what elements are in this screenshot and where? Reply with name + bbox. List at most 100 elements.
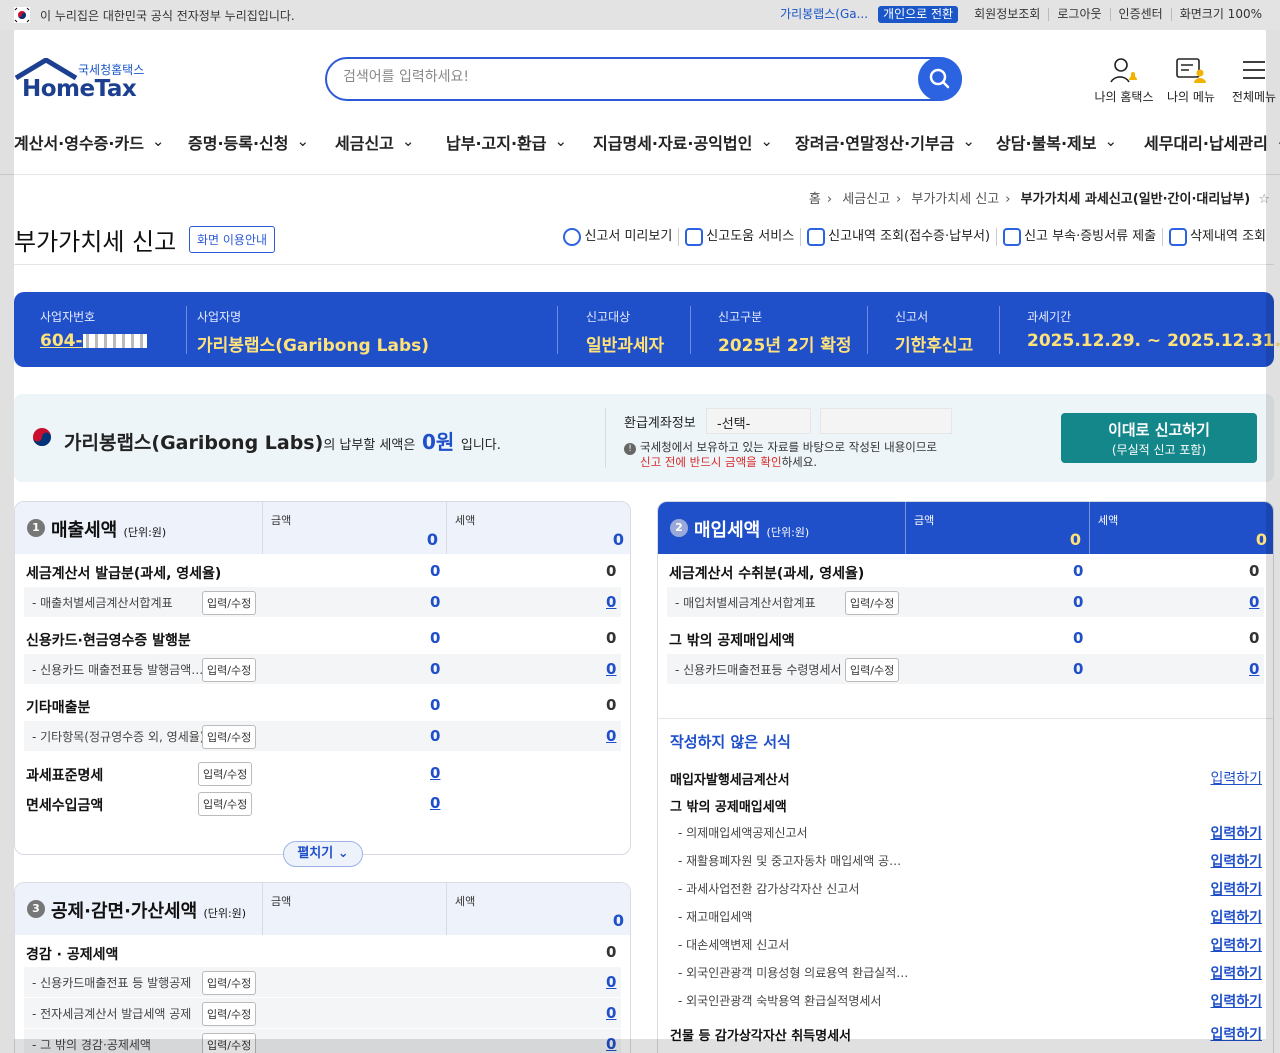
notice-text: ! 국세청에서 보유하고 있는 자료를 바탕으로 작성된 내용이므로 신고 전에 … xyxy=(624,440,937,470)
screen-guide-button[interactable]: 화면 이용안내 xyxy=(189,226,276,253)
hometax-logo[interactable]: 국세청홈택스 HomeTax xyxy=(14,58,154,102)
input-link[interactable]: 입력하기 xyxy=(1210,935,1262,955)
period-value: 2025.12.29. ~ 2025.12.31. xyxy=(1027,331,1280,351)
refund-account-label: 환급계좌정보 xyxy=(624,416,696,431)
member-info-link[interactable]: 회원정보조회 xyxy=(966,8,1048,21)
unwritten-form-row: 그 밖의 공제매입세액 xyxy=(670,800,787,815)
my-hometax-label: 나의 홈택스 xyxy=(1094,90,1154,104)
input-link[interactable]: 입력하기 xyxy=(1210,768,1262,788)
nav-agent[interactable]: 세무대리·납세관리 xyxy=(1144,130,1280,154)
edit-button[interactable]: 입력/수정 xyxy=(845,658,900,682)
nav-incentives[interactable]: 장려금·연말정산·기부금 xyxy=(795,130,975,154)
edit-button[interactable]: 입력/수정 xyxy=(202,725,257,749)
purchase-amount-total: 0 xyxy=(1069,530,1081,549)
edit-button[interactable]: 입력/수정 xyxy=(845,591,900,615)
user-name-link[interactable]: 가리봉랩스(Ga... xyxy=(772,8,876,21)
input-link[interactable]: 입력하기 xyxy=(1210,823,1262,843)
my-menu-button[interactable]: 나의 메뉴 xyxy=(1166,56,1216,105)
nav-tax-filing[interactable]: 세금신고 xyxy=(335,130,414,154)
unwritten-form-row: 매입자발행세금계산서 입력하기 xyxy=(670,765,1262,791)
monitor-icon xyxy=(685,228,704,246)
tax-col-label: 세액 xyxy=(1098,514,1119,527)
nav-statements[interactable]: 지급명세·자료·공익법인 xyxy=(593,130,773,154)
submit-filing-button[interactable]: 이대로 신고하기 (무실적 신고 포함) xyxy=(1061,413,1257,463)
logout-link[interactable]: 로그아웃 xyxy=(1048,8,1109,21)
notice-line1: 국세청에서 보유하고 있는 자료를 바탕으로 작성된 내용이므로 xyxy=(640,440,938,454)
edit-button[interactable]: 입력/수정 xyxy=(202,658,257,682)
sales-row: 과세표준명세 입력/수정 0 xyxy=(26,762,441,786)
breadcrumb-home[interactable]: 홈 xyxy=(809,192,821,207)
attachments-label: 신고 부속·증빙서류 제출 xyxy=(1024,229,1157,244)
input-link[interactable]: 입력하기 xyxy=(1210,879,1262,899)
attachments-button[interactable]: 신고 부속·증빙서류 제출 xyxy=(996,228,1162,246)
bizno-label: 사업자번호 xyxy=(40,310,96,324)
input-link[interactable]: 입력하기 xyxy=(1210,991,1262,1011)
deleted-history-label: 삭제내역 조회 xyxy=(1190,229,1266,244)
breadcrumb-current: 부가가치세 과세신고(일반·간이·대리납부) xyxy=(1020,192,1251,207)
nav-certificates[interactable]: 증명·등록·신청 xyxy=(188,130,309,154)
amount-col-label: 금액 xyxy=(914,514,935,527)
form-value: 기한후신고 xyxy=(895,336,974,356)
edit-button[interactable]: 입력/수정 xyxy=(202,1002,257,1026)
notice-warning: 신고 전에 반드시 금액을 확인 xyxy=(640,455,782,469)
breadcrumb-vat[interactable]: 부가가치세 신고 xyxy=(911,192,999,207)
menu-user-icon xyxy=(1176,58,1206,83)
help-service-button[interactable]: 신고도움 서비스 xyxy=(678,228,800,246)
left-edge-shade xyxy=(0,30,14,1053)
bottom-edge-shade xyxy=(14,1039,1266,1053)
unwritten-form-row: - 과세사업전환 감가상각자산 신고서 입력하기 xyxy=(670,876,1262,902)
sales-row: 면세수입금액 입력/수정 0 xyxy=(26,792,441,816)
summary-bizname: 가리봉랩스(Garibong Labs) xyxy=(64,432,324,454)
edit-button[interactable]: 입력/수정 xyxy=(202,971,257,995)
target-value: 일반과세자 xyxy=(586,336,665,356)
my-hometax-button[interactable]: 나의 홈택스 xyxy=(1094,56,1154,105)
taegeuk-icon xyxy=(33,428,51,446)
nav-receipts[interactable]: 계산서·영수증·카드 xyxy=(14,130,165,154)
nav-consult[interactable]: 상담·불복·제보 xyxy=(996,130,1117,154)
history-button[interactable]: 신고내역 조회(접수증·납부서) xyxy=(800,228,996,246)
period-label: 과세기간 xyxy=(1027,310,1072,324)
switch-personal-button[interactable]: 개인으로 전환 xyxy=(878,6,959,23)
purchase-panel-header: 2 매입세액 (단위:원) 금액 0 세액 0 xyxy=(658,502,1273,554)
purchase-row: - 신용카드매출전표등 수령명세서 입력/수정 0 0 xyxy=(667,654,1264,684)
korea-flag-icon xyxy=(14,7,30,23)
bizname-label: 사업자명 xyxy=(197,310,242,324)
sales-row: 기타매출분 0 0 xyxy=(26,696,617,716)
breadcrumb-tax-filing[interactable]: 세금신고 xyxy=(842,192,890,207)
summary-end: 입니다. xyxy=(460,438,501,453)
tax-col-label: 세액 xyxy=(455,514,476,527)
edit-button[interactable]: 입력/수정 xyxy=(202,591,257,615)
sales-row: 세금계산서 발급분(과세, 영세율) 0 0 xyxy=(26,562,617,582)
refund-account-field[interactable] xyxy=(820,408,952,434)
deduction-tax-total: 0 xyxy=(612,911,624,930)
submit-sublabel: (무실적 신고 포함) xyxy=(1111,443,1207,457)
sales-tax-total: 0 xyxy=(612,530,624,549)
edit-button[interactable]: 입력/수정 xyxy=(198,792,253,816)
summary-mid: 의 납부할 세액은 xyxy=(323,438,416,453)
unwritten-form-row: - 의제매입세액공제신고서 입력하기 xyxy=(670,820,1262,846)
user-bell-icon xyxy=(1110,58,1137,83)
main-nav: 계산서·영수증·카드 증명·등록·신청 세금신고 납부·고지·환급 지급명세·자… xyxy=(0,122,1280,158)
payable-amount: 0원 xyxy=(421,430,455,454)
sales-row: - 기타항목(정규영수증 외, 영세율) 입력/수정 0 0 xyxy=(24,721,621,751)
edit-button[interactable]: 입력/수정 xyxy=(198,762,253,786)
filing-type-label: 신고구분 xyxy=(718,310,763,324)
unwritten-forms-title: 작성하지 않은 서식 xyxy=(670,733,791,751)
logo-text: HomeTax xyxy=(22,76,137,102)
input-link[interactable]: 입력하기 xyxy=(1210,963,1262,983)
upload-doc-icon xyxy=(1003,228,1022,246)
deleted-history-button[interactable]: 삭제내역 조회 xyxy=(1162,228,1272,246)
section-number: 2 xyxy=(670,519,688,537)
refund-account-select[interactable]: -선택- xyxy=(706,408,811,434)
nav-payment[interactable]: 납부·고지·환급 xyxy=(446,130,567,154)
purchase-row: - 매입처별세금계산서합계표 입력/수정 0 0 xyxy=(667,587,1264,617)
expand-button[interactable]: 펼치기 ⌄ xyxy=(283,841,363,867)
search-button[interactable] xyxy=(918,57,962,101)
input-link[interactable]: 입력하기 xyxy=(1210,851,1262,871)
zoom-control[interactable]: 화면크기 100% xyxy=(1170,8,1270,21)
breadcrumb: 홈 › 세금신고 › 부가가치세 신고 › 부가가치세 과세신고(일반·간이·대리납부… xyxy=(808,192,1270,207)
input-link[interactable]: 입력하기 xyxy=(1210,907,1262,927)
search-input[interactable] xyxy=(343,69,903,85)
preview-button[interactable]: 신고서 미리보기 xyxy=(557,228,678,246)
cert-center-link[interactable]: 인증센터 xyxy=(1109,8,1171,21)
